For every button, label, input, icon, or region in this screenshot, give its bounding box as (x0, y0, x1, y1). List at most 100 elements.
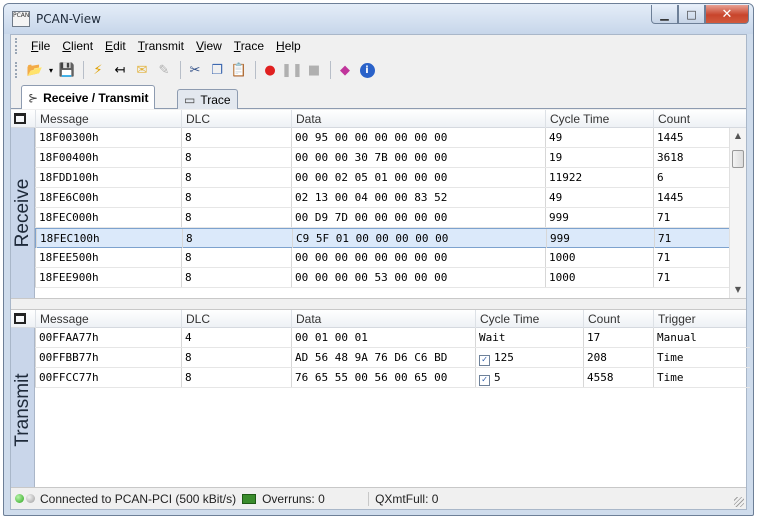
dropdown-arrow-icon[interactable]: ▾ (47, 60, 55, 80)
transmit-sidebar: Transmit (11, 328, 35, 492)
open-folder-icon: 📂 (26, 62, 44, 78)
receive-row[interactable]: 18F00400h 8 00 00 00 30 7B 00 00 00 19 3618 (35, 148, 733, 168)
tab-strip: ⊱ Receive / Transmit ▭ Trace (11, 85, 746, 109)
col-data[interactable]: Data (291, 110, 545, 128)
menu-transmit[interactable]: Transmit (138, 39, 184, 53)
menu-view[interactable]: View (196, 39, 222, 53)
cycle-cell: Wait (475, 328, 583, 347)
scroll-down-icon[interactable]: ▼ (730, 282, 746, 298)
panel-splitter[interactable] (11, 298, 746, 310)
tab-trace[interactable]: ▭ Trace (177, 89, 238, 109)
edit-message-button[interactable]: ✎ (154, 60, 174, 80)
receive-row[interactable]: 18F00300h 8 00 95 00 00 00 00 00 00 49 1445 (35, 128, 733, 148)
record-button[interactable]: ● (260, 60, 280, 80)
column-chooser-icon[interactable] (14, 313, 26, 324)
col-count[interactable]: Count (583, 310, 653, 328)
menu-file[interactable]: File (31, 39, 50, 53)
receive-row[interactable]: 18FEE900h 8 00 00 00 00 53 00 00 00 1000 71 (35, 268, 733, 288)
cycle-time-cell: 1000 (545, 248, 653, 267)
tab-receive-transmit[interactable]: ⊱ Receive / Transmit (21, 85, 156, 109)
count-cell: 208 (583, 348, 653, 367)
copy-icon: ❐ (211, 62, 223, 78)
menu-client[interactable]: Client (62, 39, 93, 53)
cycle-enabled-checkbox[interactable]: ✓ (479, 355, 490, 366)
title-bar[interactable]: PCAN PCAN-View ▁ □ ✕ (4, 4, 753, 34)
close-button[interactable]: ✕ (705, 5, 749, 24)
scissors-icon: ✂ (189, 62, 201, 78)
count-value: 208 (587, 351, 607, 364)
cut-button[interactable]: ✂ (185, 60, 205, 80)
resize-grip-icon[interactable] (734, 497, 744, 507)
cycle-time-cell: 49 (545, 128, 653, 147)
tab-receive-transmit-label: Receive / Transmit (43, 90, 149, 105)
col-cycle-time[interactable]: Cycle Time (475, 310, 583, 328)
message-cell: 18FEC000h (35, 208, 181, 227)
transmit-row[interactable]: 00FFCC77h 8 76 65 55 00 56 00 65 00 ✓ 5 4558 T… (35, 368, 750, 388)
menu-trace[interactable]: Trace (234, 39, 264, 53)
connect-button[interactable]: ⚡ (88, 60, 108, 80)
receive-panel: Message DLC Data Cycle Time Count Receiv… (11, 110, 746, 298)
open-folder-button[interactable]: 📂 (25, 60, 45, 80)
data-value: 00 01 00 01 (295, 331, 368, 344)
stop-button[interactable]: ■ (304, 60, 324, 80)
message-cell: 18FEE500h (35, 248, 181, 267)
filter-button[interactable]: ◆ (335, 60, 355, 80)
receive-row[interactable]: 18FDD100h 8 00 00 02 05 01 00 00 00 11922 6 (35, 168, 733, 188)
col-trigger[interactable]: Trigger (653, 310, 750, 328)
toolbar-separator (330, 61, 331, 79)
menu-grip-icon[interactable] (15, 38, 19, 54)
message-cell: 00FFAA77h (35, 328, 181, 347)
receive-row[interactable]: 18FEE500h 8 00 00 00 00 00 00 00 00 1000 71 (35, 248, 733, 268)
data-cell: AD 56 48 9A 76 D6 C6 BD (291, 348, 475, 367)
paste-button[interactable]: 📋 (229, 60, 249, 80)
copy-button[interactable]: ❐ (207, 60, 227, 80)
menu-help[interactable]: Help (276, 39, 301, 53)
receive-scrollbar[interactable]: ▲ ▼ (729, 128, 746, 298)
save-button[interactable]: 💾 (57, 60, 77, 80)
transmit-row[interactable]: 00FFAA77h 4 00 01 00 01 Wait 17 Manual (35, 328, 750, 348)
maximize-button[interactable]: □ (678, 5, 705, 24)
transmit-row[interactable]: 00FFBB77h 8 AD 56 48 9A 76 D6 C6 BD ✓ 125 208… (35, 348, 750, 368)
col-message[interactable]: Message (35, 310, 181, 328)
cycle-time-cell: 999 (546, 229, 654, 248)
col-count[interactable]: Count (653, 110, 733, 128)
pause-icon: ❚❚ (281, 62, 303, 78)
maximize-icon: □ (686, 7, 697, 21)
data-value: AD 56 48 9A 76 D6 C6 BD (295, 351, 448, 364)
scroll-thumb[interactable] (732, 150, 744, 168)
stop-icon: ■ (307, 62, 321, 78)
cycle-enabled-checkbox[interactable]: ✓ (479, 375, 490, 386)
data-cell: 00 01 00 01 (291, 328, 475, 347)
trigger-value: Time (657, 351, 684, 364)
col-data[interactable]: Data (291, 310, 475, 328)
scroll-up-icon[interactable]: ▲ (730, 128, 746, 144)
toolbar-grip-icon[interactable] (15, 62, 19, 78)
receive-sidebar: Receive (11, 128, 35, 298)
count-cell: 1445 (653, 128, 733, 147)
new-message-button[interactable]: ✉ (132, 60, 152, 80)
data-cell: 02 13 00 04 00 00 83 52 (291, 188, 545, 207)
disconnect-button[interactable]: ↤ (110, 60, 130, 80)
receive-row[interactable]: 18FE6C00h 8 02 13 00 04 00 00 83 52 49 1445 (35, 188, 733, 208)
pause-button[interactable]: ❚❚ (281, 60, 303, 80)
info-button[interactable]: i (357, 60, 377, 80)
message-cell: 00FFCC77h (35, 368, 181, 387)
count-cell: 6 (653, 168, 733, 187)
menu-edit[interactable]: Edit (105, 39, 126, 53)
message-cell: 00FFBB77h (35, 348, 181, 367)
count-cell: 71 (653, 208, 733, 227)
dlc-value: 8 (185, 371, 192, 384)
col-dlc[interactable]: DLC (181, 310, 291, 328)
column-chooser-icon[interactable] (14, 113, 26, 124)
col-cycle-time[interactable]: Cycle Time (545, 110, 653, 128)
receive-row[interactable]: 18FEC100h 8 C9 5F 01 00 00 00 00 00 999 71 (35, 228, 733, 248)
menu-client-rest: lient (71, 39, 94, 53)
overruns-status: Overruns: 0 (262, 491, 325, 506)
col-message[interactable]: Message (35, 110, 181, 128)
tab-trace-label: Trace (200, 92, 231, 107)
dlc-cell: 8 (181, 348, 291, 367)
minimize-button[interactable]: ▁ (651, 5, 678, 24)
col-dlc[interactable]: DLC (181, 110, 291, 128)
receive-row[interactable]: 18FEC000h 8 00 D9 7D 00 00 00 00 00 999 71 (35, 208, 733, 228)
message-cell: 18F00300h (35, 128, 181, 147)
